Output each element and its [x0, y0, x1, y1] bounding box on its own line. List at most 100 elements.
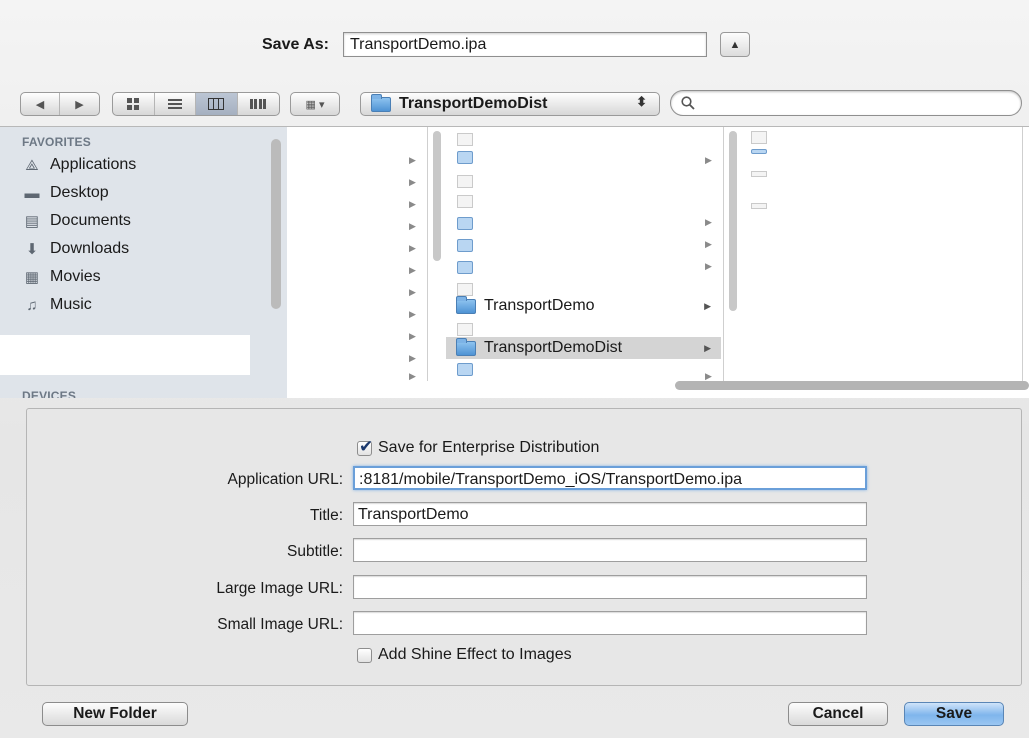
enterprise-distribution-label: Save for Enterprise Distribution — [378, 439, 600, 456]
coverflow-view-icon[interactable] — [238, 93, 279, 115]
folder-icon — [457, 363, 473, 376]
sidebar-item-applications[interactable]: ⟁ Applications — [22, 153, 136, 177]
folder-icon — [457, 239, 473, 252]
document-icon — [457, 323, 473, 336]
column-scrollbar[interactable] — [433, 131, 441, 261]
document-icon — [457, 175, 473, 188]
sidebar-item-movies[interactable]: ▦ Movies — [22, 265, 101, 289]
column-divider — [723, 127, 724, 381]
sidebar-item-label: Desktop — [50, 184, 109, 201]
sidebar: FAVORITES ⟁ Applications ▬ Desktop ▤ Doc… — [0, 126, 287, 398]
subtitle-label: Subtitle: — [286, 543, 343, 560]
disclosure-arrow-icon: ▶ — [409, 331, 416, 341]
search-input[interactable] — [701, 94, 1021, 112]
disclosure-arrow-icon: ▶ — [409, 371, 416, 381]
enterprise-options-panel: Save for Enterprise Distribution Applica… — [26, 408, 1022, 686]
downloads-icon: ⬇ — [25, 241, 39, 258]
disclosure-arrow-icon: ▶ — [409, 243, 416, 253]
expand-collapse-button[interactable]: ▲ — [720, 32, 750, 57]
folder-icon — [457, 261, 473, 274]
checkbox-checked-icon — [357, 437, 373, 457]
horizontal-scrollbar[interactable] — [675, 381, 1029, 390]
folder-icon — [457, 217, 473, 230]
disclosure-arrow-icon: ▶ — [705, 239, 712, 249]
disclosure-arrow-icon: ▶ — [409, 221, 416, 231]
column-scrollbar[interactable] — [729, 131, 737, 311]
shine-effect-checkbox[interactable]: Add Shine Effect to Images — [357, 646, 572, 664]
small-image-url-field[interactable] — [353, 611, 867, 635]
title-label: Title: — [309, 507, 343, 524]
view-mode-control — [112, 92, 280, 116]
sidebar-item-label: Documents — [50, 212, 131, 229]
disclosure-arrow-icon: ▶ — [705, 217, 712, 227]
document-icon — [457, 195, 473, 208]
application-url-label: Application URL: — [227, 471, 343, 488]
list-view-icon[interactable] — [155, 93, 196, 115]
forward-button[interactable]: ▶ — [60, 93, 99, 115]
disclosure-arrow-icon: ▶ — [409, 287, 416, 297]
popup-arrows-icon: ⬍ — [636, 94, 647, 109]
filename-input[interactable]: TransportDemo.ipa — [343, 32, 707, 57]
disclosure-arrow-icon: ▶ — [409, 155, 416, 165]
disclosure-arrow-icon: ▶ — [705, 261, 712, 271]
applications-icon: ⟁ — [25, 156, 39, 174]
back-forward-control: ◀ ▶ — [20, 92, 100, 116]
disclosure-arrow-icon: ▶ — [409, 177, 416, 187]
search-icon — [681, 96, 695, 110]
sidebar-item-music[interactable]: ♫ Music — [22, 293, 92, 317]
arrange-icon: ▦ ▾ — [305, 98, 325, 111]
sidebar-item-downloads[interactable]: ⬇ Downloads — [22, 237, 129, 261]
sidebar-item-documents[interactable]: ▤ Documents — [22, 209, 131, 233]
disclosure-arrow-icon: ▶ — [409, 265, 416, 275]
folder-icon — [371, 93, 391, 112]
file-name: TransportDemo — [484, 297, 595, 314]
movies-icon: ▦ — [24, 269, 40, 286]
disclosure-arrow-icon: ▶ — [704, 300, 711, 311]
application-url-field[interactable]: :8181/mobile/TransportDemo_iOS/Transport… — [353, 466, 867, 490]
folder-icon — [751, 149, 767, 154]
disclosure-arrow-icon: ▶ — [409, 309, 416, 319]
document-icon — [751, 171, 767, 177]
icon-view-icon[interactable] — [113, 93, 155, 115]
search-field[interactable] — [670, 90, 1022, 116]
cancel-button[interactable]: Cancel — [788, 702, 888, 726]
desktop-icon: ▬ — [24, 184, 40, 202]
location-folder-name: TransportDemoDist — [399, 95, 548, 112]
documents-icon: ▤ — [24, 213, 40, 230]
title-field[interactable]: TransportDemo — [353, 502, 867, 526]
folder-icon — [457, 151, 473, 164]
folder-icon — [456, 337, 476, 356]
large-image-url-field[interactable] — [353, 575, 867, 599]
sidebar-item-label: Downloads — [50, 240, 130, 257]
column-browser: ▶ ▶ ▶ ▶ ▶ ▶ ▶ ▶ ▶ ▶ ▶ ▶ ▶ ▶ ▶ ▶ Transpor… — [287, 126, 1029, 398]
save-as-label: Save As: — [262, 36, 329, 53]
back-button[interactable]: ◀ — [21, 93, 61, 115]
column-view-icon[interactable] — [196, 93, 238, 115]
column-divider — [427, 127, 428, 381]
enterprise-distribution-checkbox[interactable]: Save for Enterprise Distribution — [357, 437, 600, 457]
save-button[interactable]: Save — [904, 702, 1004, 726]
disclosure-arrow-icon: ▶ — [409, 353, 416, 363]
shine-effect-label: Add Shine Effect to Images — [378, 646, 572, 663]
music-icon: ♫ — [26, 296, 38, 314]
small-image-url-label: Small Image URL: — [217, 616, 343, 633]
list-item[interactable]: TransportDemo ▶ — [446, 295, 721, 317]
sidebar-item-label: Movies — [50, 268, 101, 285]
location-popup[interactable]: TransportDemoDist ⬍ — [360, 92, 660, 116]
sidebar-scrollbar[interactable] — [271, 139, 281, 309]
checkbox-unchecked-icon — [357, 647, 372, 663]
arrange-button[interactable]: ▦ ▾ — [290, 92, 340, 116]
list-item[interactable]: TransportDemoDist ▶ — [446, 337, 721, 359]
document-icon — [457, 133, 473, 146]
sidebar-item-label: Applications — [50, 156, 137, 173]
new-folder-button[interactable]: New Folder — [42, 702, 188, 726]
sidebar-item-desktop[interactable]: ▬ Desktop — [22, 181, 109, 205]
devices-heading: DEVICES — [22, 389, 77, 398]
favorites-heading: FAVORITES — [22, 135, 91, 149]
sidebar-item-label: Music — [50, 296, 92, 313]
chevron-up-icon: ▲ — [729, 38, 741, 51]
folder-icon — [456, 295, 476, 314]
toolbar: ◀ ▶ ▦ ▾ TransportDemoDist ⬍ — [0, 86, 1029, 118]
file-name: TransportDemoDist — [484, 339, 623, 356]
subtitle-field[interactable] — [353, 538, 867, 562]
